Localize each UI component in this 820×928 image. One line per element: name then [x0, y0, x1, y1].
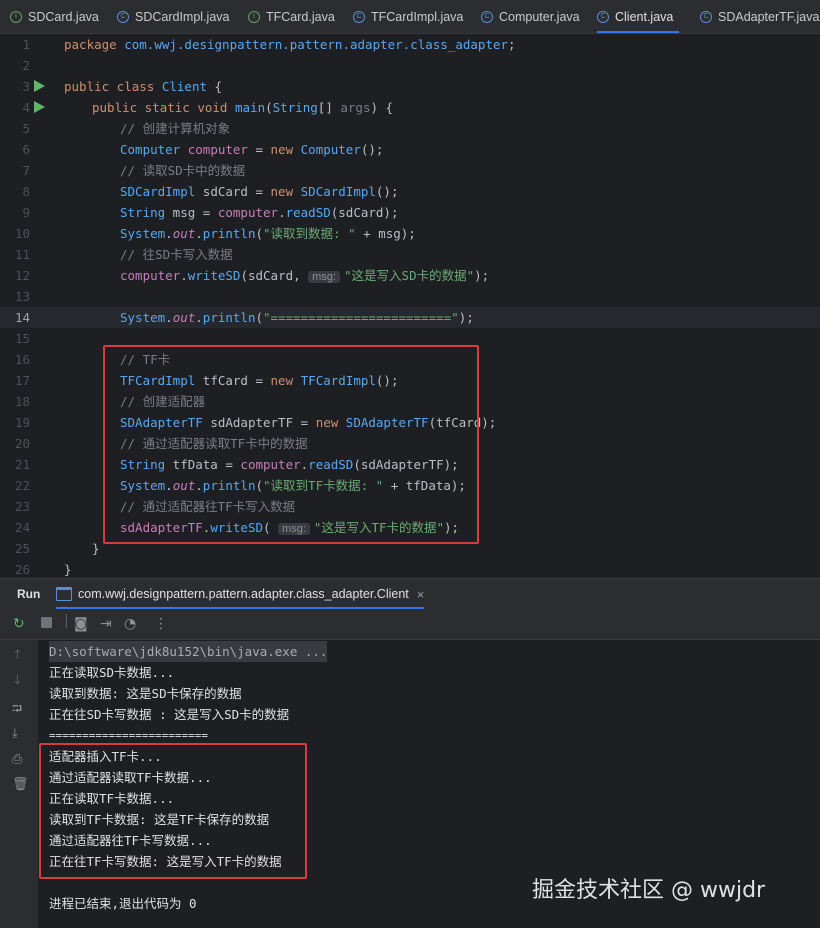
console-line: 适配器插入TF卡...: [49, 749, 162, 764]
import-icon[interactable]: ⇥: [100, 616, 112, 632]
code-line: 17 TFCardImpl tfCard = new TFCardImpl();: [14, 373, 399, 388]
console-line: 通过适配器读取TF卡数据...: [49, 770, 212, 785]
run-label: Run: [17, 587, 41, 601]
class-icon: C: [700, 10, 712, 23]
code-line: 11// 往SD卡写入数据: [14, 247, 233, 262]
run-gutter-icon[interactable]: [34, 101, 45, 113]
more-icon[interactable]: ⋮: [154, 616, 168, 632]
code-line: 19 SDAdapterTF sdAdapterTF = new SDAdapte…: [14, 415, 497, 430]
up-arrow-icon[interactable]: ↑: [12, 648, 23, 663]
console-line: 正在往TF卡写数据: 这是写入TF卡的数据: [49, 854, 282, 869]
code-line: 22 System.out.println("读取到TF卡数据: " + tfDa…: [14, 478, 466, 493]
tab-sdadaptertf[interactable]: C SDAdapterTF.java: [700, 0, 819, 33]
interface-icon: I: [10, 10, 22, 23]
code-line: 16// TF卡: [14, 352, 171, 367]
stop-icon[interactable]: [41, 617, 52, 628]
editor-tabs: I SDCard.java C SDCardImpl.java I TFCard.ja…: [0, 0, 820, 34]
code-line: 7// 读取SD卡中的数据: [22, 163, 246, 178]
code-line: 5// 创建计算机对象: [22, 121, 231, 136]
param-hint: msg:: [308, 271, 341, 283]
rerun-icon[interactable]: ↻: [13, 616, 25, 632]
code-line: 20// 通过适配器读取TF卡中的数据: [14, 436, 308, 451]
code-line: 26}: [14, 562, 72, 576]
tab-tfcard[interactable]: I TFCard.java: [248, 0, 335, 33]
code-line-current: 14 System.out.println("==================…: [0, 307, 820, 328]
run-toolbar: ↻ | ◙ ⇥ ◔ ⋮: [0, 609, 820, 640]
code-line: 23// 通过适配器往TF卡写入数据: [14, 499, 296, 514]
print-icon[interactable]: ⎙: [12, 752, 22, 767]
code-line: 24 sdAdapterTF.writeSD( msg: "这是写入TF卡的数据")…: [14, 520, 460, 535]
class-icon: C: [597, 10, 609, 23]
console-line: ========================: [49, 729, 208, 742]
console-line: 正在读取SD卡数据...: [49, 665, 175, 680]
console-line: D:\software\jdk8u152\bin\java.exe ...: [49, 641, 328, 662]
code-line: 9 String msg = computer.readSD(sdCard);: [22, 205, 399, 220]
run-config-tab[interactable]: com.wwj.designpattern.pattern.adapter.cl…: [56, 579, 425, 609]
interface-icon: I: [248, 10, 260, 23]
code-line: 3 public class Client {: [22, 79, 223, 94]
tab-sdcard[interactable]: I SDCard.java: [10, 0, 99, 33]
separator: |: [64, 613, 69, 629]
camera-icon[interactable]: ◙: [74, 616, 88, 632]
class-icon: C: [117, 10, 129, 23]
tab-computer[interactable]: C Computer.java: [481, 0, 580, 33]
code-line: 25}: [14, 541, 100, 556]
down-arrow-icon[interactable]: ↓: [12, 673, 23, 688]
console-line: 读取到TF卡数据: 这是TF卡保存的数据: [49, 812, 270, 827]
watermark: 掘金技术社区 @ wwjdr: [532, 878, 766, 903]
run-panel-header: Run com.wwj.designpattern.pattern.adapte…: [0, 578, 820, 609]
tab-client[interactable]: C Client.java: [597, 0, 680, 33]
code-editor[interactable]: 1 package com.wwj.designpattern.pattern.a…: [0, 34, 820, 576]
console-line: 读取到数据: 这是SD卡保存的数据: [49, 686, 242, 701]
code-line: 13: [14, 289, 30, 304]
code-line: 1 package com.wwj.designpattern.pattern.a…: [22, 37, 516, 52]
run-window-icon: [56, 587, 72, 601]
console-line: 正在读取TF卡数据...: [49, 791, 175, 806]
run-gutter-icon[interactable]: [34, 80, 45, 92]
console-line-exit: 进程已结束,退出代码为 0: [49, 896, 197, 911]
code-line: 10 System.out.println("读取到数据: " + msg);: [14, 226, 416, 241]
code-line: 18// 创建适配器: [14, 394, 206, 409]
tab-tfcardimpl[interactable]: C TFCardImpl.java: [353, 0, 463, 33]
scroll-to-end-icon[interactable]: ⤓: [12, 726, 18, 741]
code-line: 21 String tfData = computer.readSD(sdAdap…: [14, 457, 459, 472]
coverage-icon[interactable]: ◔: [124, 616, 136, 632]
code-line: 4 public static void main(String[] args) …: [22, 100, 394, 115]
param-hint: msg:: [278, 523, 310, 535]
console-line: 通过适配器往TF卡写数据...: [49, 833, 212, 848]
code-line: 6 Computer computer = new Computer();: [22, 142, 384, 157]
class-icon: C: [353, 10, 365, 23]
trash-icon[interactable]: 🗑: [12, 777, 29, 792]
code-line: 12 computer.writeSD(sdCard, msg: "这是写入SD卡的…: [14, 268, 490, 283]
run-sidebar: ↑ ↓ ⮒ ⤓ ⎙ 🗑: [0, 640, 38, 928]
close-icon[interactable]: ×: [417, 587, 425, 602]
soft-wrap-icon[interactable]: ⮒: [12, 700, 22, 722]
code-line: 15: [14, 331, 30, 346]
code-line: 2: [22, 58, 30, 73]
tab-sdcardimpl[interactable]: C SDCardImpl.java: [117, 0, 229, 33]
code-line: 8 SDCardImpl sdCard = new SDCardImpl();: [22, 184, 399, 199]
console-line: 正在往SD卡写数据 : 这是写入SD卡的数据: [49, 707, 290, 722]
class-icon: C: [481, 10, 493, 23]
